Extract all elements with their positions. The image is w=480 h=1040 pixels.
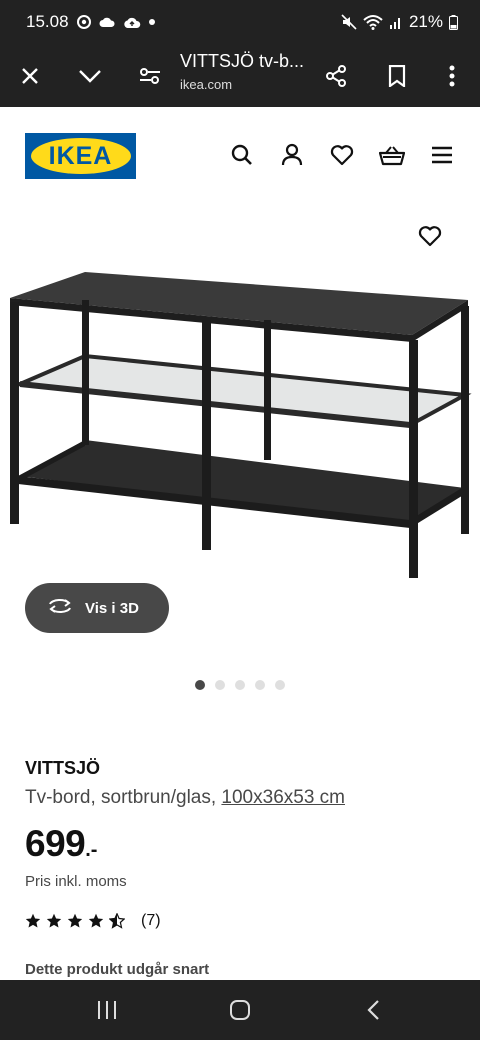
chrome-icon	[76, 15, 91, 29]
wifi-icon	[363, 14, 383, 30]
signal-icon	[389, 15, 403, 29]
recent-apps-icon[interactable]	[77, 985, 137, 1035]
star-icon	[25, 913, 41, 928]
product-price: 699.-	[25, 823, 97, 865]
star-icon	[88, 913, 104, 928]
browser-toolbar: VITTSJÖ tv-b... ikea.com	[0, 44, 480, 107]
home-icon[interactable]	[210, 985, 270, 1035]
carousel-dot[interactable]	[195, 680, 205, 690]
share-icon[interactable]	[312, 44, 360, 107]
dot-icon	[148, 19, 155, 25]
system-nav-bar	[0, 980, 480, 1040]
basket-icon[interactable]	[375, 138, 409, 172]
star-icon	[46, 913, 62, 928]
menu-icon[interactable]	[425, 138, 459, 172]
tune-icon[interactable]	[126, 44, 174, 107]
price-value: 699	[25, 823, 86, 864]
view-3d-button[interactable]: Vis i 3D	[25, 583, 169, 633]
page-domain[interactable]: ikea.com	[180, 77, 232, 92]
battery-level: 21%	[408, 12, 443, 31]
carousel-dot[interactable]	[275, 680, 285, 690]
bookmark-icon[interactable]	[373, 44, 421, 107]
carousel-dot[interactable]	[255, 680, 265, 690]
discontinued-notice: Dette produkt udgår snart	[25, 961, 210, 978]
product-name: VITTSJÖ	[25, 758, 101, 778]
back-icon[interactable]	[343, 985, 403, 1035]
product-description: Tv-bord, sortbrun/glas, 100x36x53 cm	[25, 787, 345, 809]
mute-icon	[341, 14, 357, 30]
rating[interactable]: (7)	[25, 912, 161, 930]
cloud-icon	[99, 16, 115, 28]
account-icon[interactable]	[275, 138, 309, 172]
status-time: 15.08	[26, 12, 69, 31]
more-vert-icon[interactable]	[428, 44, 476, 107]
logo-text: IKEA	[48, 141, 113, 170]
rating-stars	[25, 913, 125, 929]
product-type: Tv-bord, sortbrun/glas,	[25, 787, 217, 808]
carousel-dots	[195, 680, 285, 690]
star-icon	[109, 913, 125, 929]
logo-ellipse: IKEA	[30, 138, 131, 174]
heart-icon[interactable]	[325, 138, 359, 172]
review-count[interactable]: (7)	[141, 912, 161, 930]
product-dimensions-link[interactable]: 100x36x53 cm	[221, 787, 345, 808]
star-icon	[67, 913, 83, 928]
price-suffix: .-	[85, 839, 98, 861]
view-3d-label: Vis i 3D	[85, 599, 139, 617]
close-icon[interactable]	[6, 44, 54, 107]
carousel-dot[interactable]	[215, 680, 225, 690]
chevron-down-icon[interactable]	[66, 44, 114, 107]
rotate-3d-icon	[47, 597, 73, 619]
vat-note: Pris inkl. moms	[25, 873, 127, 890]
status-bar: 15.08 21%	[0, 0, 480, 44]
search-icon[interactable]	[225, 138, 259, 172]
battery-icon	[449, 14, 458, 30]
product-image[interactable]	[0, 255, 480, 595]
ikea-logo[interactable]: IKEA	[25, 133, 136, 179]
carousel-dot[interactable]	[235, 680, 245, 690]
favorite-icon[interactable]	[414, 220, 446, 252]
cloud-upload-icon	[123, 16, 141, 29]
page-title[interactable]: VITTSJÖ tv-b...	[180, 50, 318, 72]
